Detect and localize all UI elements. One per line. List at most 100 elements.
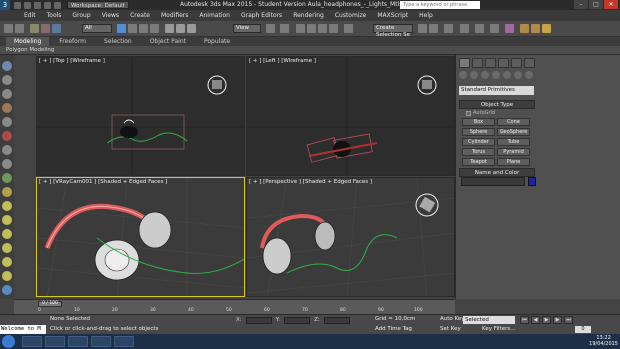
tool-icon[interactable] [2, 201, 12, 211]
viewport-left[interactable]: [ + ] [Left ] [Wireframe ] [246, 56, 455, 176]
tool-icon[interactable] [2, 187, 12, 197]
x-field[interactable] [245, 317, 272, 324]
geometry-icon[interactable] [459, 71, 467, 79]
name-and-color-rollout[interactable]: Name and Color [459, 168, 535, 177]
select-manipulate-icon[interactable] [280, 24, 289, 33]
tool-icon[interactable] [2, 75, 12, 85]
menu-modifiers[interactable]: Modifiers [161, 12, 188, 19]
go-to-start-icon[interactable]: ⏮ [520, 316, 529, 324]
cylinder-button[interactable]: Cylinder [462, 138, 495, 146]
menu-group[interactable]: Group [72, 12, 90, 19]
percent-snap-icon[interactable] [318, 24, 327, 33]
viewport-label[interactable]: [ + ] [VRayCam001 ] [Shaded + Edged Face… [39, 179, 167, 185]
move-icon[interactable] [165, 24, 174, 33]
sphere-button[interactable]: Sphere [462, 128, 495, 136]
unlink-icon[interactable] [41, 24, 50, 33]
viewport-camera[interactable]: [ + ] [VRayCam001 ] [Shaded + Edged Face… [36, 177, 245, 297]
hierarchy-tab-icon[interactable] [485, 58, 496, 68]
undo-icon[interactable] [4, 24, 13, 33]
add-time-tag-button[interactable]: Add Time Tag [375, 326, 412, 332]
tool-icon[interactable] [2, 229, 12, 239]
viewport-label[interactable]: [ + ] [Left ] [Wireframe ] [249, 58, 316, 64]
app-logo-icon[interactable]: 3 [0, 0, 10, 10]
taskbar-app-icon[interactable] [68, 336, 88, 347]
tool-icon[interactable] [2, 61, 12, 71]
mirror-icon[interactable] [418, 24, 427, 33]
display-tab-icon[interactable] [511, 58, 522, 68]
lights-icon[interactable] [481, 71, 489, 79]
rectangular-selection-icon[interactable] [139, 24, 148, 33]
tool-icon[interactable] [2, 131, 12, 141]
layer-manager-icon[interactable] [444, 24, 453, 33]
motion-tab-icon[interactable] [498, 58, 509, 68]
save-file-icon[interactable] [34, 1, 41, 9]
material-editor-icon[interactable] [505, 24, 514, 33]
tool-icon[interactable] [2, 103, 12, 113]
object-type-rollout[interactable]: Object Type [459, 100, 535, 109]
bind-space-warp-icon[interactable] [52, 24, 61, 33]
helpers-icon[interactable] [503, 71, 511, 79]
workspace-dropdown[interactable]: Workspace: Default [67, 1, 129, 9]
rotate-icon[interactable] [176, 24, 185, 33]
close-button[interactable]: ✕ [604, 0, 618, 9]
teapot-button[interactable]: Teapot [462, 158, 495, 166]
autogrid-checkbox[interactable]: AutoGrid [466, 110, 495, 116]
tab-modeling[interactable]: Modeling [6, 37, 50, 46]
system-clock[interactable]: 13:22 19/04/2015 [589, 335, 618, 347]
menu-animation[interactable]: Animation [199, 12, 230, 19]
tool-icon[interactable] [2, 173, 12, 183]
menu-create[interactable]: Create [130, 12, 150, 19]
tool-icon[interactable] [2, 159, 12, 169]
time-slider[interactable]: 0 / 100 [38, 301, 62, 307]
angle-snap-icon[interactable] [307, 24, 316, 33]
taskbar-app-icon[interactable] [114, 336, 134, 347]
tool-icon[interactable] [2, 271, 12, 281]
torus-button[interactable]: Torus [462, 148, 495, 156]
object-name-field[interactable] [461, 177, 525, 186]
object-color-swatch[interactable] [528, 177, 536, 186]
space-warps-icon[interactable] [514, 71, 522, 79]
graphite-toggle-icon[interactable] [460, 24, 469, 33]
menu-rendering[interactable]: Rendering [293, 12, 324, 19]
menu-help[interactable]: Help [419, 12, 433, 19]
select-by-name-icon[interactable] [128, 24, 137, 33]
link-icon[interactable] [30, 24, 39, 33]
select-object-icon[interactable] [117, 24, 126, 33]
next-frame-icon[interactable]: ▶ [553, 316, 562, 324]
taskbar-app-icon[interactable] [91, 336, 111, 347]
menu-customize[interactable]: Customize [335, 12, 367, 19]
utilities-tab-icon[interactable] [524, 58, 535, 68]
redo-icon[interactable] [15, 24, 24, 33]
current-frame-field[interactable]: 0 [575, 326, 591, 333]
tab-selection[interactable]: Selection [96, 37, 140, 46]
key-mode-dropdown[interactable]: Selected [463, 316, 515, 324]
snaps-toggle-icon[interactable] [296, 24, 305, 33]
reference-coordinate-dropdown[interactable]: View [233, 24, 261, 33]
minimize-button[interactable]: – [574, 0, 588, 9]
checkbox-icon[interactable] [466, 110, 471, 116]
tool-icon[interactable] [2, 285, 12, 295]
box-button[interactable]: Box [462, 118, 495, 126]
menu-tools[interactable]: Tools [47, 12, 62, 19]
menu-maxscript[interactable]: MAXScript [377, 12, 408, 19]
taskbar-app-icon[interactable] [22, 336, 42, 347]
viewport-top[interactable]: [ + ] [Top ] [Wireframe ] [36, 56, 245, 176]
shapes-icon[interactable] [470, 71, 478, 79]
primitive-category-dropdown[interactable]: Standard Primitives [459, 86, 534, 95]
go-to-end-icon[interactable]: ⏭ [564, 316, 573, 324]
previous-frame-icon[interactable]: ◀ [531, 316, 540, 324]
menu-views[interactable]: Views [102, 12, 119, 19]
selection-filter-dropdown[interactable]: All [82, 24, 112, 33]
z-field[interactable] [323, 317, 350, 324]
render-production-icon[interactable] [542, 24, 551, 33]
create-tab-icon[interactable] [459, 58, 470, 68]
scale-icon[interactable] [187, 24, 196, 33]
start-button-icon[interactable] [2, 335, 15, 348]
rendered-frame-window-icon[interactable] [531, 24, 540, 33]
viewport-label[interactable]: [ + ] [Perspective ] [Shaded + Edged Fac… [249, 179, 372, 185]
search-input[interactable]: Type a keyword or phrase [400, 1, 480, 9]
tool-icon[interactable] [2, 257, 12, 267]
set-key-button[interactable]: Set Key [440, 326, 461, 332]
play-icon[interactable]: ▶ [542, 316, 551, 324]
new-file-icon[interactable] [14, 1, 21, 9]
